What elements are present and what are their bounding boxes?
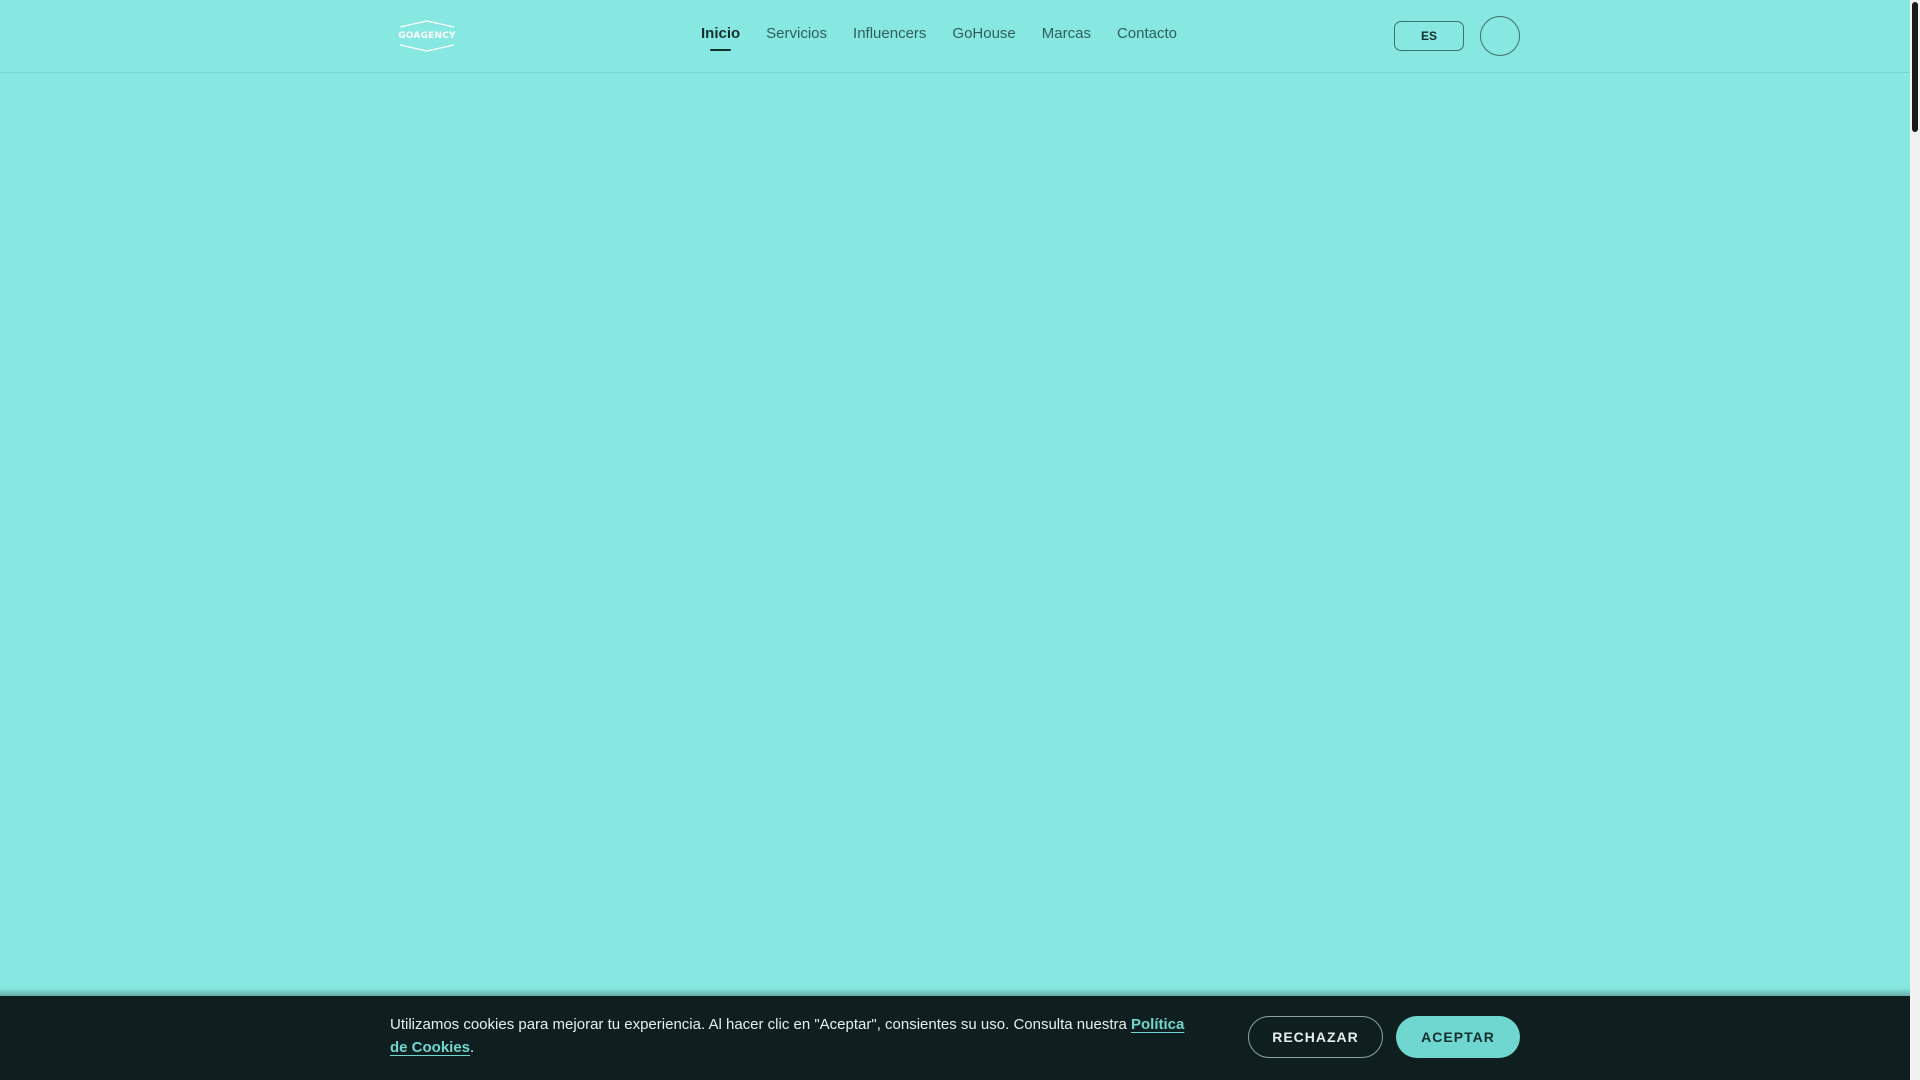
page: GOAGENCY Inicio Servicios Influencers Go… [0, 0, 1910, 1080]
cookie-text-end: . [470, 1039, 475, 1056]
language-code: ES [1420, 29, 1437, 43]
scrollbar-thumb[interactable] [1912, 2, 1918, 132]
cookie-message: Utilizamos cookies para mejorar tu exper… [390, 1013, 1190, 1059]
nav-item-inicio[interactable]: Inicio [701, 25, 740, 51]
cookie-banner: Utilizamos cookies para mejorar tu exper… [0, 996, 1910, 1080]
main-nav: Inicio Servicios Influencers GoHouse Mar… [701, 25, 1203, 51]
language-selector[interactable]: ES [1394, 21, 1464, 51]
nav-item-influencers[interactable]: Influencers [853, 25, 926, 42]
cookie-text: Utilizamos cookies para mejorar tu exper… [390, 1016, 1132, 1033]
cookie-banner-shadow [0, 988, 1910, 996]
accept-button[interactable]: ACEPTAR [1396, 1016, 1520, 1058]
nav-item-gohouse[interactable]: GoHouse [952, 25, 1015, 42]
site-header: GOAGENCY Inicio Servicios Influencers Go… [0, 0, 1910, 73]
nav-item-servicios[interactable]: Servicios [766, 25, 827, 42]
logo[interactable]: GOAGENCY [394, 18, 460, 54]
logo-text: GOAGENCY [398, 31, 456, 41]
reject-button[interactable]: RECHAZAR [1248, 1016, 1383, 1058]
user-button[interactable] [1480, 16, 1520, 56]
scrollbar[interactable] [1910, 0, 1920, 1080]
nav-item-marcas[interactable]: Marcas [1042, 25, 1091, 42]
nav-item-contacto[interactable]: Contacto [1117, 25, 1177, 42]
